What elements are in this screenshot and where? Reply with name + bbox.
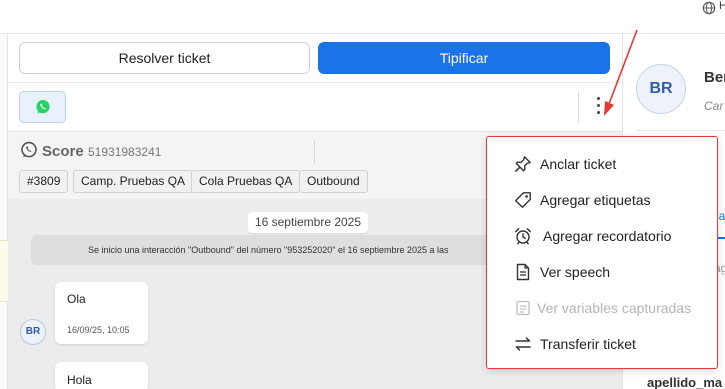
tipificar-button[interactable]: Tipificar xyxy=(318,42,610,74)
transfer-icon xyxy=(515,337,531,351)
ticket-id-tag: #3809 xyxy=(19,170,69,193)
menu-item-label: Agregar etiquetas xyxy=(540,192,651,208)
menu-item-label: Anclar ticket xyxy=(540,156,617,172)
contact-phone: 51931983241 xyxy=(88,145,162,159)
whatsapp-channel-tab[interactable] xyxy=(19,91,66,123)
avatar: BR xyxy=(20,319,46,345)
divider xyxy=(636,130,725,131)
menu-item-label: Ver variables capturadas xyxy=(537,300,692,316)
menu-item-transfer-ticket[interactable]: Transferir ticket xyxy=(487,326,716,360)
ticket-options-menu: Anclar ticket Agregar etiquetas Agregar … xyxy=(486,136,718,369)
date-separator: 16 septiembre 2025 xyxy=(248,212,368,233)
variables-icon xyxy=(516,300,530,316)
left-sidebar-edge xyxy=(0,34,8,389)
annotation-arrow-icon xyxy=(604,29,638,116)
menu-item-view-captured-variables[interactable]: Ver variables capturadas xyxy=(487,290,716,324)
menu-item-add-reminder[interactable]: Agregar recordatorio xyxy=(487,218,716,252)
menu-item-pin-ticket[interactable]: Anclar ticket xyxy=(487,146,716,180)
divider xyxy=(314,140,315,164)
message-text: Ola xyxy=(67,292,86,306)
menu-item-view-speech[interactable]: Ver speech xyxy=(487,254,716,288)
whatsapp-outline-icon xyxy=(21,141,37,158)
divider xyxy=(578,91,579,123)
menu-item-add-tags[interactable]: Agregar etiquetas xyxy=(487,182,716,216)
divider xyxy=(8,82,622,83)
menu-item-label: Agregar recordatorio xyxy=(543,228,672,244)
language-label[interactable]: H xyxy=(719,0,725,12)
message-text: Hola xyxy=(67,373,92,387)
document-icon xyxy=(516,263,530,281)
alarm-clock-icon xyxy=(515,228,531,245)
resolve-ticket-button[interactable]: Resolver ticket xyxy=(19,42,310,74)
message-timestamp: 16/09/25, 10:05 xyxy=(67,325,130,335)
tag-icon xyxy=(515,192,531,208)
whatsapp-icon xyxy=(36,100,50,114)
contact-name: Ber xyxy=(704,69,725,86)
score-label: Score xyxy=(42,143,84,160)
contact-subtitle: Car xyxy=(704,99,724,113)
queue-tag: Cola Pruebas QA xyxy=(191,170,301,193)
campaign-tag: Camp. Pruebas QA xyxy=(73,170,194,193)
pin-icon xyxy=(515,156,531,172)
direction-tag: Outbound xyxy=(299,170,368,193)
globe-icon[interactable] xyxy=(702,1,716,15)
contact-field-label: apellido_ma xyxy=(647,375,723,389)
menu-item-label: Transferir ticket xyxy=(540,336,636,352)
menu-item-label: Ver speech xyxy=(540,264,611,280)
left-sidebar-highlight xyxy=(0,240,8,302)
